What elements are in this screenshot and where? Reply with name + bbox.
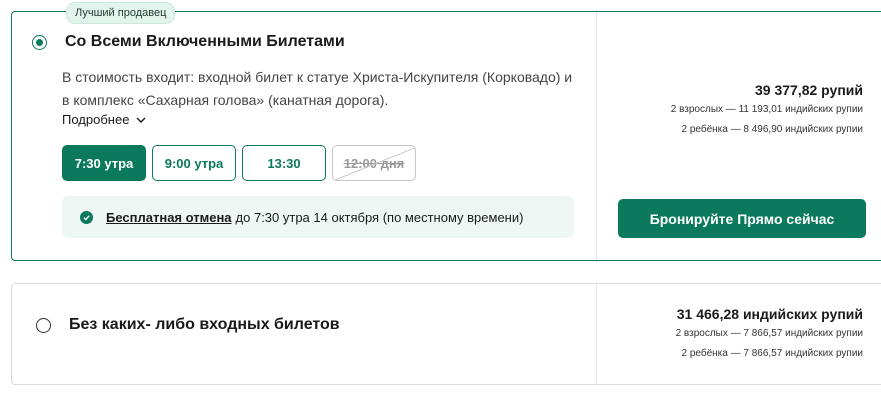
children-price: 2 ребёнка — 8 496,90 индийских рупии — [681, 124, 863, 135]
total-price: 31 466,28 индийских рупий — [676, 306, 863, 322]
adults-price: 2 взрослых — 7 866,57 индийских рупии — [675, 328, 863, 339]
option-description: В стоимость входит: входной билет к стат… — [62, 69, 573, 108]
card-divider — [596, 284, 597, 384]
free-cancellation-notice: Бесплатная отмена до 7:30 утра 14 октябр… — [62, 196, 574, 238]
time-slot-0900[interactable]: 9:00 утра — [152, 145, 236, 181]
free-cancellation-link[interactable]: Бесплатная отмена — [106, 210, 232, 225]
option-radio-unselected[interactable] — [36, 318, 51, 333]
option-card-no-tickets[interactable]: Без каких- либо входных билетов 31 466,2… — [11, 283, 881, 385]
total-price: 39 377,82 рупий — [755, 82, 863, 98]
book-now-button[interactable]: Бронируйте Прямо сейчас — [618, 199, 866, 238]
option-radio-selected[interactable] — [32, 35, 47, 50]
more-details-toggle[interactable]: Подробнее — [62, 112, 147, 127]
time-slot-1330[interactable]: 13:30 — [242, 145, 326, 181]
card-divider — [596, 12, 597, 260]
option-title: Без каких- либо входных билетов — [69, 316, 340, 333]
option-title: Со Всеми Включенными Билетами — [65, 33, 345, 50]
cancellation-details: до 7:30 утра 14 октября (по местному вре… — [235, 209, 524, 225]
chevron-down-icon — [136, 117, 146, 123]
time-slot-0730[interactable]: 7:30 утра — [62, 145, 146, 181]
adults-price: 2 взрослых — 11 193,01 индийских рупии — [670, 104, 863, 115]
best-seller-badge: Лучший продавец — [66, 2, 176, 24]
check-circle-icon — [80, 210, 93, 224]
option-card-all-inclusive[interactable]: Со Всеми Включенными Билетами В стоимост… — [11, 11, 881, 261]
time-slot-1200-unavailable: 12:00 дня — [332, 145, 416, 181]
children-price: 2 ребёнка — 7 866,57 индийских рупии — [681, 348, 863, 359]
more-details-label: Подробнее — [62, 112, 130, 127]
